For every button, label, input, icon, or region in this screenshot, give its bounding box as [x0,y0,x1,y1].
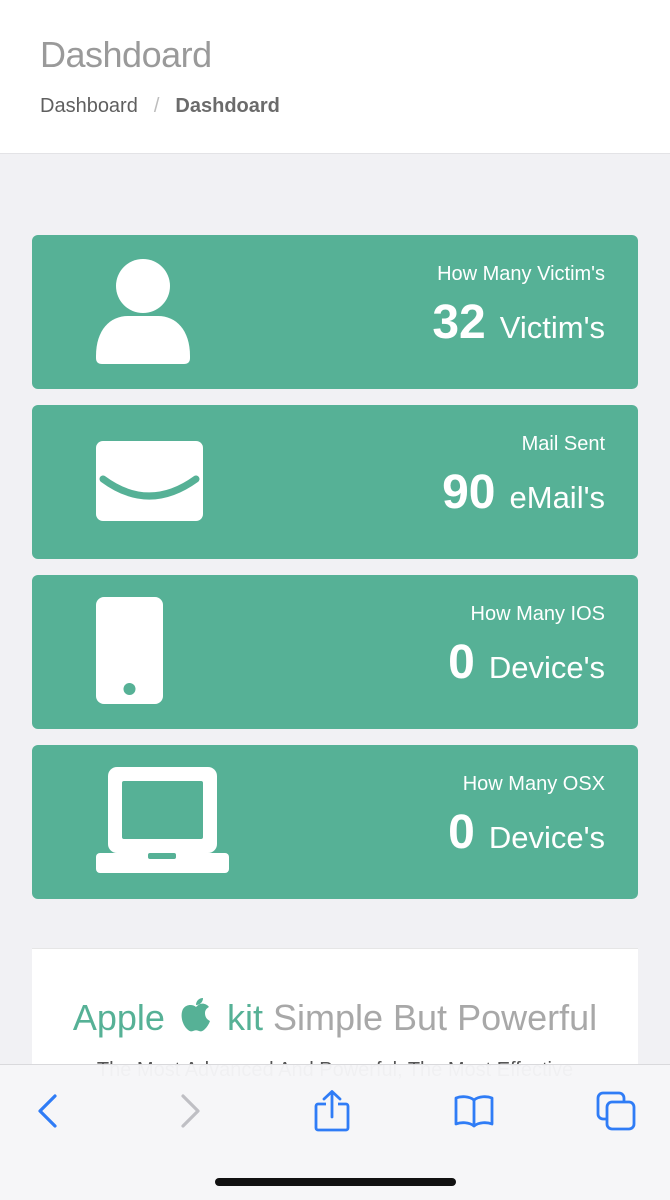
osx-devices-stat-card: How Many OSX 0 Device's [32,745,638,899]
mail-sent-label: Mail Sent [521,433,605,455]
iphone-icon [96,597,163,704]
promo-heading: Apple kit Simple But Powerful [32,997,638,1039]
ios-devices-stat-card: How Many IOS 0 Device's [32,575,638,729]
page: Dashdoard Dashboard / Dashdoard How Many… [0,0,670,1200]
back-icon [38,1094,57,1128]
laptop-icon [96,767,229,873]
ios-label: How Many IOS [470,603,605,625]
ios-unit: Device's [488,650,605,685]
breadcrumb-current: Dashdoard [175,95,280,117]
forward-button[interactable] [168,1089,212,1133]
tabs-icon [596,1091,636,1131]
ios-value-line: 0 Device's [448,635,605,690]
breadcrumb: Dashboard / Dashdoard [40,95,280,118]
share-button[interactable] [310,1089,354,1133]
home-indicator [215,1178,456,1186]
forward-icon [181,1094,200,1128]
brand-kit-text: kit [226,997,263,1038]
share-icon [314,1090,350,1132]
apple-logo-icon [181,998,210,1032]
osx-count: 0 [448,806,475,859]
breadcrumb-root-link[interactable]: Dashboard [40,95,138,118]
user-icon [96,259,190,364]
breadcrumb-separator: / [153,95,160,117]
victims-label: How Many Victim's [437,263,605,285]
promo-tagline: Simple But Powerful [272,997,598,1038]
victims-value-line: 32 Victim's [432,295,605,350]
mail-sent-count: 90 [442,466,496,519]
back-button[interactable] [26,1089,70,1133]
page-title: Dashdoard [40,34,212,75]
mail-sent-unit: eMail's [509,480,606,515]
osx-value-line: 0 Device's [448,805,605,860]
osx-unit: Device's [488,820,605,855]
ios-count: 0 [448,636,475,689]
envelope-icon [96,441,203,521]
tabs-button[interactable] [594,1089,638,1133]
bookmarks-icon [454,1095,494,1128]
osx-label: How Many OSX [462,773,605,795]
mail-sent-value-line: 90 eMail's [442,465,605,520]
brand-apple-text: Apple [72,997,165,1038]
page-header: Dashdoard Dashboard / Dashdoard [0,0,670,154]
victims-count: 32 [432,296,486,349]
victims-stat-card: How Many Victim's 32 Victim's [32,235,638,389]
victims-unit: Victim's [499,310,605,345]
mail-sent-stat-card: Mail Sent 90 eMail's [32,405,638,559]
bookmarks-button[interactable] [452,1089,496,1133]
